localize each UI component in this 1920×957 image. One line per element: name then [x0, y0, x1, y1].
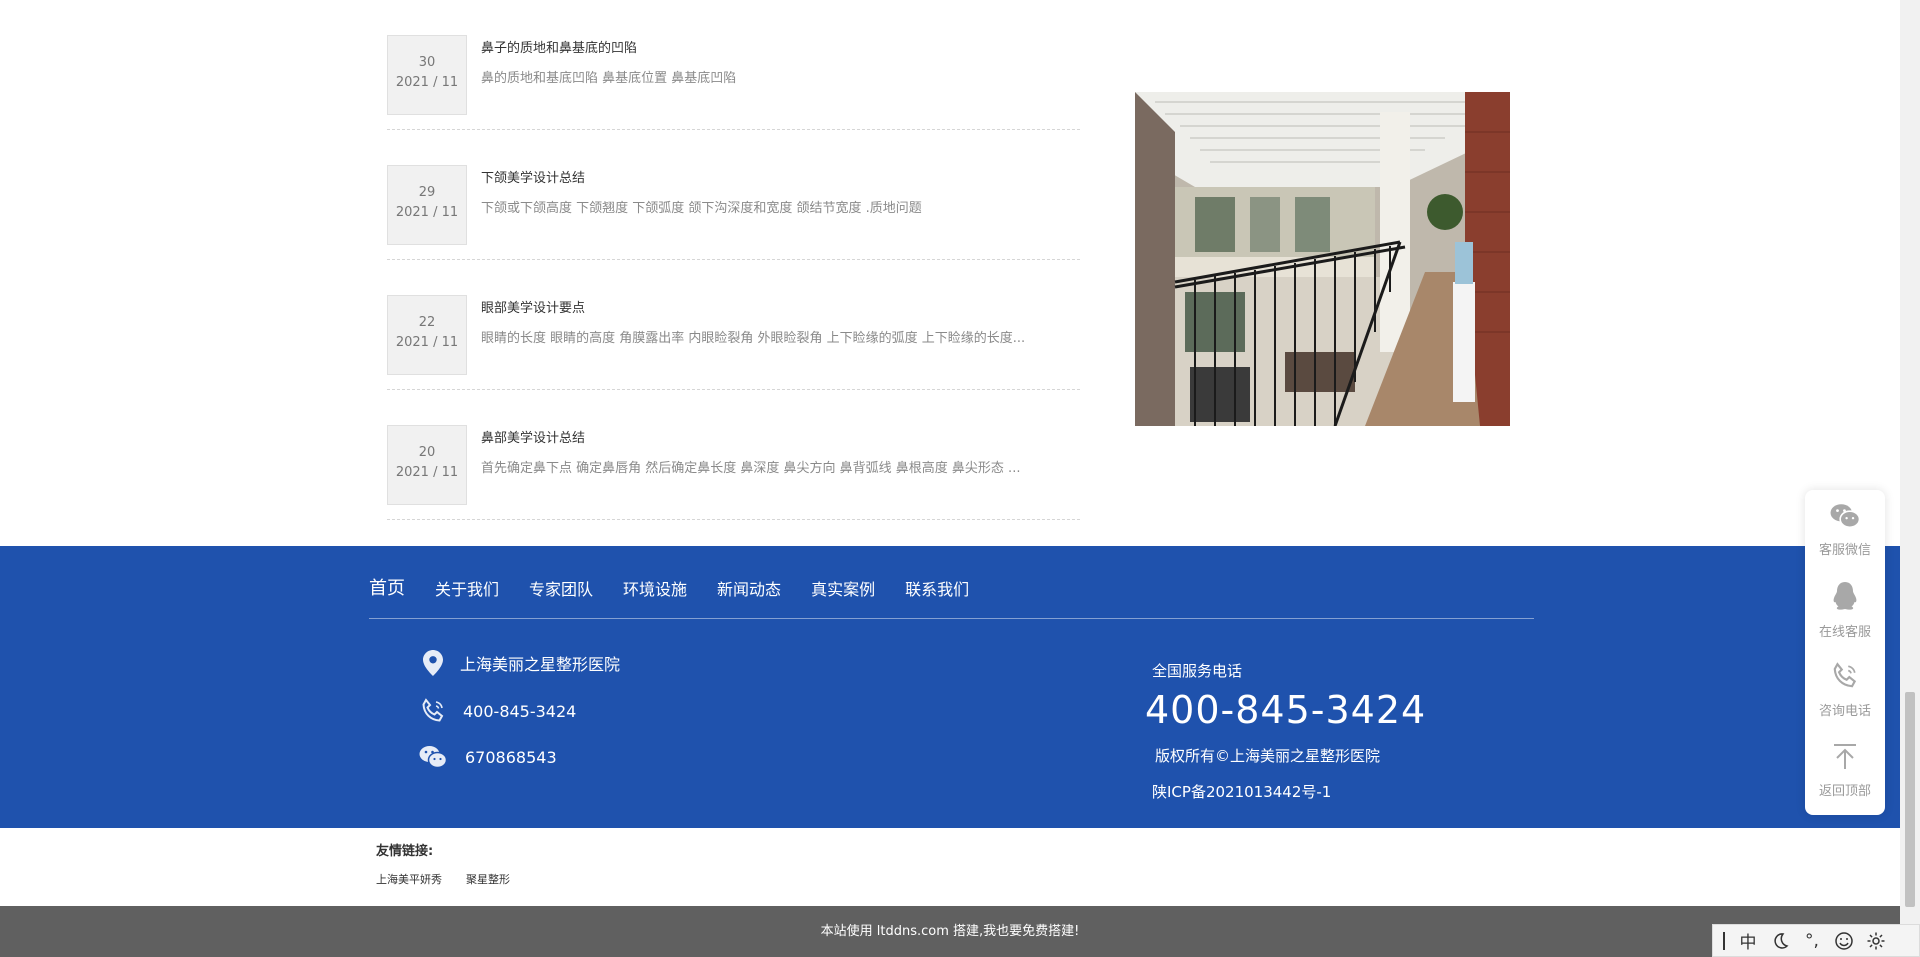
news-day: 20 — [418, 445, 436, 460]
news-title-link[interactable]: 眼部美学设计要点 — [481, 297, 585, 316]
wechat-icon — [418, 742, 448, 772]
friend-link[interactable]: 上海美平妍秀 — [376, 871, 442, 887]
address-row: 上海美丽之星整形医院 — [418, 648, 620, 678]
news-item[interactable]: 22 2021 / 11 眼部美学设计要点 眼睛的长度 眼睛的高度 角膜露出率 … — [387, 260, 1080, 390]
news-title-link[interactable]: 鼻子的质地和鼻基底的凹陷 — [481, 37, 637, 56]
icp-link[interactable]: 陕ICP备2021013442号-1 — [1152, 781, 1331, 802]
ime-handle-icon[interactable] — [1721, 931, 1727, 950]
news-title-link[interactable]: 下颌美学设计总结 — [481, 167, 585, 186]
news-item[interactable]: 29 2021 / 11 下颌美学设计总结 下颌或下颌高度 下颌翘度 下颌弧度 … — [387, 130, 1080, 260]
news-description: 首先确定鼻下点 确定鼻唇角 然后确定鼻长度 鼻深度 鼻尖方向 鼻背弧线 鼻根高度… — [481, 461, 1021, 476]
address-text: 上海美丽之星整形医院 — [460, 655, 621, 674]
back-to-top-button[interactable]: 返回顶部 — [1805, 730, 1885, 810]
floating-side-panel: 客服微信 在线客服 咨询电话 返回顶部 — [1805, 490, 1885, 815]
page: 30 2021 / 11 鼻子的质地和鼻基底的凹陷 鼻的质地和基底凹陷 鼻基底位… — [0, 0, 1920, 957]
news-title-link[interactable]: 鼻部美学设计总结 — [481, 427, 585, 446]
service-phone-number: 400-845-3424 — [1145, 688, 1427, 732]
date-box: 20 2021 / 11 — [387, 425, 467, 505]
news-item[interactable]: 20 2021 / 11 鼻部美学设计总结 首先确定鼻下点 确定鼻唇角 然后确定… — [387, 390, 1080, 520]
news-description: 鼻的质地和基底凹陷 鼻基底位置 鼻基底凹陷 — [481, 71, 737, 86]
moon-icon[interactable] — [1769, 932, 1791, 950]
footer-nav-home[interactable]: 首页 — [369, 574, 405, 600]
footer-nav-experts[interactable]: 专家团队 — [529, 576, 593, 600]
qq-penguin-icon — [1832, 581, 1858, 615]
footer-nav-contact[interactable]: 联系我们 — [905, 576, 969, 600]
news-month-year: 2021 / 11 — [395, 465, 459, 480]
footer-nav-news[interactable]: 新闻动态 — [717, 576, 781, 600]
arrow-up-icon — [1831, 742, 1859, 774]
footer-divider — [369, 618, 1534, 619]
news-description: 眼睛的长度 眼睛的高度 角膜露出率 内眼睑裂角 外眼睑裂角 上下睑缘的弧度 上下… — [481, 331, 1026, 346]
friend-link[interactable]: 聚星整形 — [466, 871, 510, 887]
wechat-id-text: 670868543 — [465, 747, 557, 767]
date-box: 29 2021 / 11 — [387, 165, 467, 245]
news-month-year: 2021 / 11 — [395, 75, 459, 90]
side-phone-button[interactable]: 咨询电话 — [1805, 650, 1885, 730]
back-to-top-label: 返回顶部 — [1818, 783, 1871, 799]
news-day: 22 — [418, 315, 436, 330]
page-scrollbar[interactable] — [1900, 0, 1920, 957]
phone-row: 400-845-3424 — [418, 696, 576, 726]
site-footer: 首页 关于我们 专家团队 环境设施 新闻动态 真实案例 联系我们 上海美丽之星整… — [0, 546, 1900, 828]
footer-nav: 首页 关于我们 专家团队 环境设施 新闻动态 真实案例 联系我们 — [369, 576, 999, 600]
gear-icon[interactable] — [1865, 931, 1887, 951]
wechat-icon — [1830, 503, 1861, 533]
phone-icon — [1831, 661, 1859, 694]
news-item[interactable]: 30 2021 / 11 鼻子的质地和鼻基底的凹陷 鼻的质地和基底凹陷 鼻基底位… — [387, 0, 1080, 130]
news-day: 30 — [418, 55, 436, 70]
service-phone-label: 全国服务电话 — [1152, 662, 1243, 680]
emoji-icon[interactable] — [1833, 931, 1855, 951]
powered-by-bar[interactable]: 本站使用 ltddns.com 搭建,我也要免费搭建! — [0, 906, 1900, 957]
friend-links-list: 上海美平妍秀 聚星整形 — [376, 871, 510, 887]
side-wechat-label: 客服微信 — [1818, 542, 1871, 558]
side-online-service-button[interactable]: 在线客服 — [1805, 570, 1885, 650]
wechat-row: 670868543 — [418, 742, 557, 772]
phone-icon — [418, 696, 448, 726]
footer-nav-about[interactable]: 关于我们 — [435, 576, 499, 600]
news-day: 29 — [418, 185, 436, 200]
news-month-year: 2021 / 11 — [395, 205, 459, 220]
ime-mode-toggle[interactable]: 中 — [1737, 928, 1759, 953]
footer-nav-cases[interactable]: 真实案例 — [811, 576, 875, 600]
date-box: 30 2021 / 11 — [387, 35, 467, 115]
copyright-text: 版权所有©上海美丽之星整形医院 — [1155, 747, 1381, 765]
location-pin-icon — [418, 648, 448, 678]
date-box: 22 2021 / 11 — [387, 295, 467, 375]
side-online-service-label: 在线客服 — [1818, 624, 1871, 640]
news-list: 30 2021 / 11 鼻子的质地和鼻基底的凹陷 鼻的质地和基底凹陷 鼻基底位… — [387, 0, 1080, 520]
ime-punctuation-toggle[interactable]: °, — [1801, 931, 1823, 951]
phone-text: 400-845-3424 — [463, 701, 577, 721]
news-description: 下颌或下颌高度 下颌翘度 下颌弧度 颌下沟深度和宽度 颌结节宽度 .质地问题 — [481, 201, 922, 216]
friend-links: 友情链接: 上海美平妍秀 聚星整形 — [376, 840, 510, 887]
environment-photo — [1135, 92, 1510, 426]
side-wechat-button[interactable]: 客服微信 — [1805, 490, 1885, 570]
scrollbar-thumb[interactable] — [1905, 692, 1915, 907]
news-month-year: 2021 / 11 — [395, 335, 459, 350]
side-phone-label: 咨询电话 — [1818, 703, 1871, 719]
ime-toolbar: 中 °, — [1712, 924, 1920, 957]
friend-links-heading: 友情链接: — [376, 844, 434, 859]
footer-nav-environment[interactable]: 环境设施 — [623, 576, 687, 600]
